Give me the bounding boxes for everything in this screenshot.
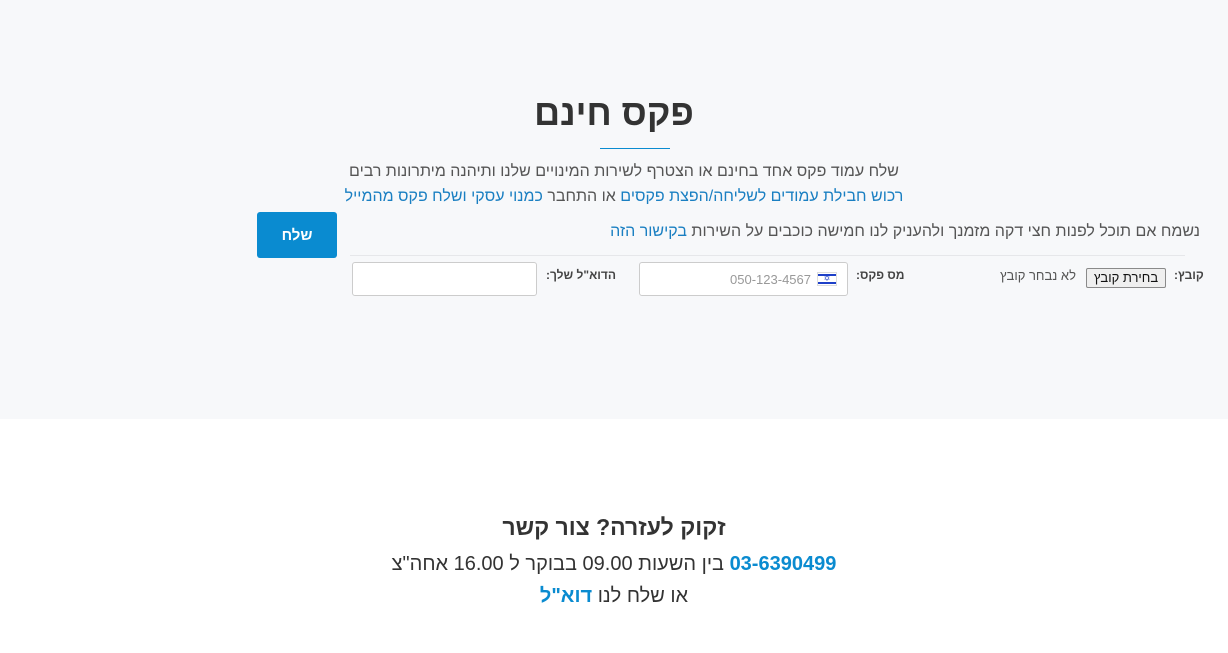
israel-flag-icon[interactable]: ✡	[817, 272, 837, 286]
email-input[interactable]	[352, 262, 537, 296]
title-underline	[600, 148, 670, 149]
page-title: פקס חינם	[534, 92, 694, 133]
hero-section	[0, 0, 1228, 419]
fax-number-label: מס פקס:	[856, 268, 905, 282]
fax-number-input[interactable]: ✡ 050-123-4567	[639, 262, 848, 296]
help-email-line: או שלח לנו דוא"ל	[0, 585, 1228, 608]
help-phone-line: 03-6390499 בין השעות 09.00 בבוקר ל 16.00…	[0, 553, 1228, 576]
email-label: הדוא"ל שלך:	[546, 268, 616, 282]
no-file-chosen-text: לא נבחר קובץ	[1000, 268, 1076, 283]
email-link[interactable]: דוא"ל	[540, 585, 592, 607]
subscription-links: רכוש חבילת עמודים לשליחה/הפצת פקסים או ה…	[210, 188, 1038, 206]
buy-pages-link[interactable]: רכוש חבילת עמודים לשליחה/הפצת פקסים	[620, 188, 903, 205]
rating-request-text: נשמח אם תוכל לפנות חצי דקה מזמנך ולהעניק…	[686, 223, 1200, 240]
rating-link[interactable]: בקישור הזה	[610, 223, 687, 240]
phone-link[interactable]: 03-6390499	[730, 553, 837, 575]
file-label: קובץ:	[1174, 268, 1204, 282]
choose-file-button[interactable]: בחירת קובץ	[1086, 268, 1166, 288]
email-prefix-text: או שלח לנו	[592, 585, 689, 607]
hours-text: בין השעות 09.00 בבוקר ל 16.00 אחה"צ	[391, 553, 730, 575]
rating-text: נשמח אם תוכל לפנות חצי דקה מזמנך ולהעניק…	[260, 223, 1200, 241]
help-title: זקוק לעזרה? צור קשר	[502, 514, 726, 540]
or-connect-text: או התחבר	[542, 188, 621, 205]
business-subscription-link[interactable]: כמנוי עסקי ושלח פקס מהמייל	[345, 188, 543, 205]
send-button[interactable]: שלח	[257, 212, 337, 258]
fax-number-placeholder: 050-123-4567	[730, 272, 811, 287]
intro-text: שלח עמוד פקס אחד בחינם או הצטרף לשירות ה…	[349, 163, 899, 180]
form-divider	[350, 255, 1185, 256]
